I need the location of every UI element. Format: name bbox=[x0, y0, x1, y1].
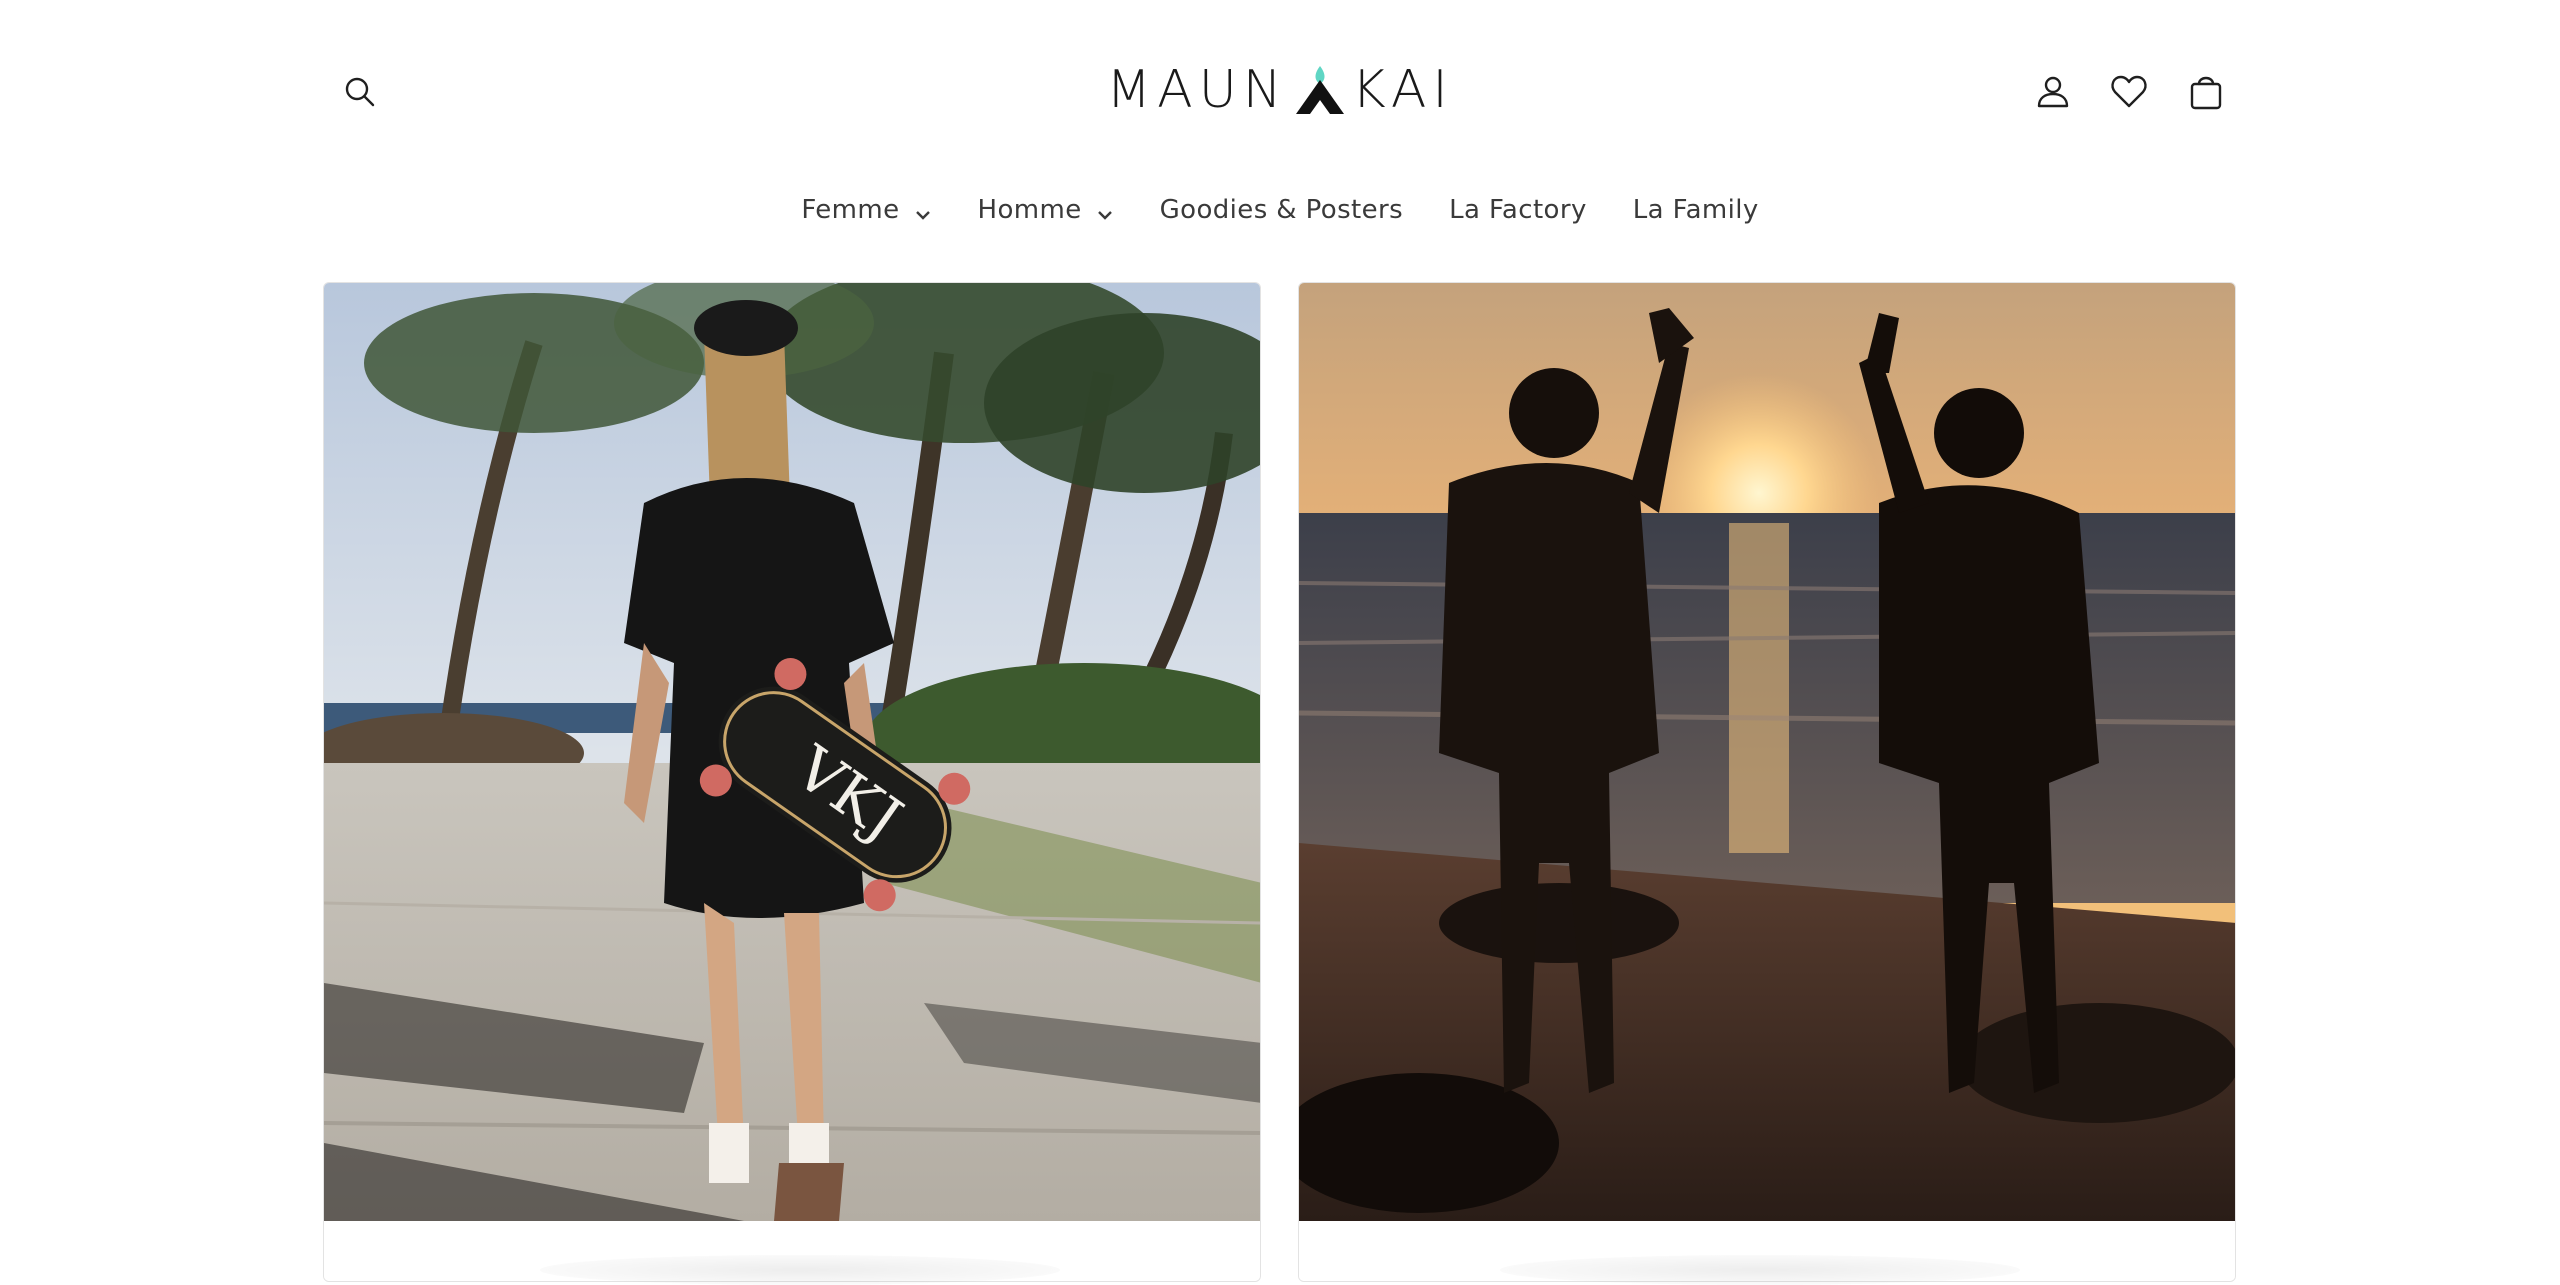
main-nav: Femme Homme Goodies & Posters La Factory… bbox=[0, 180, 2560, 240]
card-image-skateboard: VKJ bbox=[324, 283, 1260, 1221]
nav-item-label: Goodies & Posters bbox=[1159, 195, 1404, 225]
card-shadow bbox=[1500, 1255, 2020, 1285]
wishlist-button[interactable] bbox=[2099, 62, 2159, 122]
chevron-down-icon bbox=[914, 201, 932, 220]
nav-item-la-family[interactable]: La Family bbox=[1613, 195, 1779, 225]
card-image-sunset-high-five bbox=[1299, 283, 2235, 1221]
nav-item-label: Femme bbox=[801, 195, 900, 225]
search-icon bbox=[345, 77, 375, 107]
logo-text-right: KAI bbox=[1351, 60, 1454, 120]
mountain-wave-logo-icon bbox=[1295, 66, 1344, 114]
nav-item-label: Homme bbox=[977, 195, 1082, 225]
nav-item-la-factory[interactable]: La Factory bbox=[1429, 195, 1607, 225]
chevron-down-icon bbox=[1096, 201, 1114, 220]
cart-button[interactable] bbox=[2176, 62, 2236, 122]
brand-logo[interactable]: MAUN KAI bbox=[1106, 55, 1447, 125]
nav-item-homme[interactable]: Homme bbox=[958, 195, 1134, 225]
account-button[interactable] bbox=[2023, 62, 2083, 122]
collection-card-femme[interactable]: VKJ bbox=[323, 282, 1261, 1282]
bag-icon bbox=[2190, 76, 2222, 110]
nav-item-goodies-posters[interactable]: Goodies & Posters bbox=[1140, 195, 1423, 225]
nav-item-femme[interactable]: Femme bbox=[781, 195, 951, 225]
logo-text-left: MAUN bbox=[1106, 60, 1288, 120]
nav-item-label: La Family bbox=[1632, 195, 1759, 225]
card-shadow bbox=[540, 1255, 1060, 1285]
site-header: MAUN KAI bbox=[0, 0, 2560, 185]
nav-item-label: La Factory bbox=[1449, 195, 1587, 225]
heart-icon bbox=[2111, 75, 2147, 108]
search-button[interactable] bbox=[330, 62, 390, 122]
user-icon bbox=[2037, 76, 2069, 108]
collection-card-homme[interactable] bbox=[1298, 282, 2236, 1282]
